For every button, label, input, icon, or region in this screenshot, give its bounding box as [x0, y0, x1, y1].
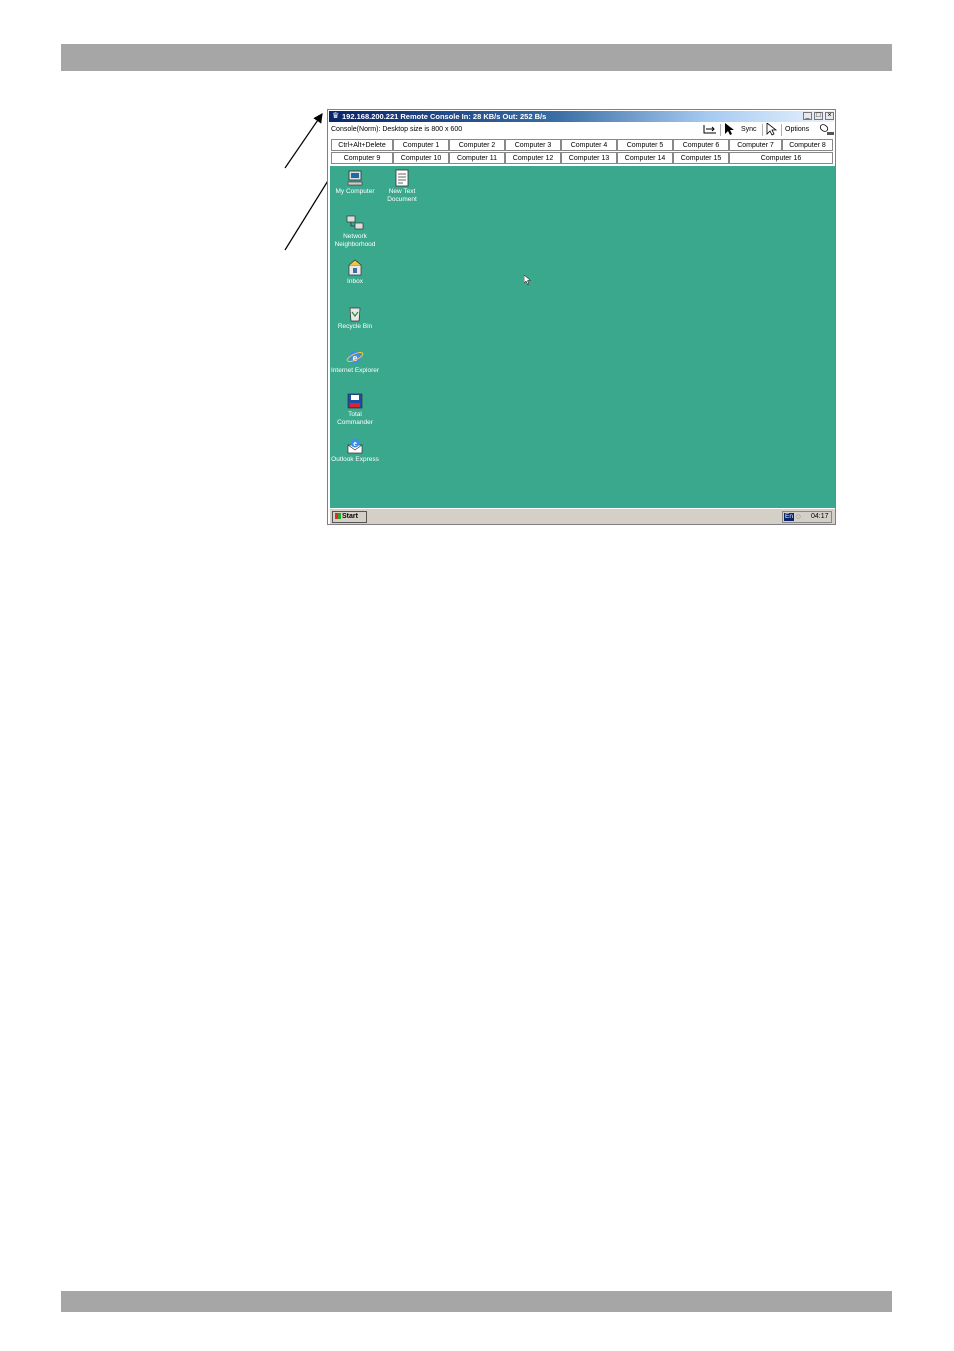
remote-console-window[interactable]: ♛ 192.168.200.221 Remote Console In: 28 … [327, 109, 836, 525]
desktop-icon-outlook-express[interactable]: e Outlook Express [330, 437, 380, 464]
minimize-button[interactable]: _ [803, 112, 812, 120]
system-tray: En ◌ 04:17 [782, 511, 832, 523]
desktop-icon-label: Network Neighborhood [334, 233, 376, 248]
computer-4-button[interactable]: Computer 4 [561, 139, 617, 151]
desktop-icon-label: Inbox [347, 278, 363, 285]
computer-1-button[interactable]: Computer 1 [393, 139, 449, 151]
mouse-pointer-icon [523, 273, 532, 291]
computer-10-button[interactable]: Computer 10 [393, 152, 449, 164]
total-commander-icon [346, 392, 364, 410]
desktop-icon-network-neighborhood[interactable]: Network Neighborhood [330, 214, 380, 248]
toolbar-separator [720, 124, 721, 136]
computer-6-button[interactable]: Computer 6 [673, 139, 729, 151]
computer-7-button[interactable]: Computer 7 [729, 139, 782, 151]
internet-explorer-icon: e [346, 348, 364, 366]
windows-flag-icon [335, 513, 341, 520]
desktop-icon-label: New Text Document [387, 188, 417, 203]
computer-11-button[interactable]: Computer 11 [449, 152, 505, 164]
mouse-icon[interactable] [818, 123, 834, 137]
desktop-icon-recycle-bin[interactable]: Recycle Bin [330, 304, 380, 331]
network-icon [346, 214, 364, 232]
computer-8-button[interactable]: Computer 8 [782, 139, 833, 151]
desktop-icon-internet-explorer[interactable]: e Internet Explorer [330, 348, 380, 375]
scale-icon[interactable] [702, 123, 718, 137]
toolbar-separator [781, 124, 782, 136]
footer-bar [61, 1291, 892, 1312]
maximize-button[interactable]: □ [814, 112, 823, 120]
desktop-icon-label: My Computer [335, 188, 375, 195]
toolbar-separator [762, 124, 763, 136]
window-title: 192.168.200.221 Remote Console In: 28 KB… [342, 112, 547, 121]
cursor-icon[interactable] [724, 123, 736, 137]
remote-desktop[interactable]: My Computer New Text Document Network Ne… [330, 166, 835, 508]
recycle-bin-icon [346, 304, 364, 322]
console-status-text: Console(Norm): Desktop size is 800 x 600 [331, 126, 463, 133]
desktop-icon-new-text-document[interactable]: New Text Document [377, 169, 427, 203]
computer-icon [346, 169, 364, 187]
sync-button[interactable]: Sync [741, 123, 761, 137]
svg-text:e: e [353, 439, 357, 448]
computer-14-button[interactable]: Computer 14 [617, 152, 673, 164]
ctrl-alt-delete-button[interactable]: Ctrl+Alt+Delete [331, 139, 393, 151]
desktop-icon-inbox[interactable]: Inbox [330, 259, 380, 286]
title-bar[interactable]: ♛ 192.168.200.221 Remote Console In: 28 … [329, 111, 834, 122]
language-indicator[interactable]: En [784, 513, 794, 521]
inbox-icon [346, 259, 364, 277]
desktop-icon-total-commander[interactable]: Total Commander [330, 392, 380, 426]
start-button[interactable]: Start [332, 511, 367, 523]
desktop-icon-label: Outlook Express [331, 456, 379, 463]
computer-15-button[interactable]: Computer 15 [673, 152, 729, 164]
taskbar-clock[interactable]: 04:17 [811, 512, 829, 522]
network-tray-icon[interactable]: ◌ [796, 512, 801, 522]
options-button[interactable]: Options [785, 123, 815, 137]
close-button[interactable]: × [825, 112, 834, 120]
computer-5-button[interactable]: Computer 5 [617, 139, 673, 151]
pointer-icon[interactable] [766, 122, 778, 137]
desktop-icon-my-computer[interactable]: My Computer [330, 169, 380, 196]
text-document-icon [393, 169, 411, 187]
start-label: Start [342, 513, 358, 520]
console-app-icon: ♛ [332, 111, 340, 120]
computer-16-button[interactable]: Computer 16 [729, 152, 833, 164]
taskbar: Start En ◌ 04:17 [330, 508, 835, 524]
desktop-icon-label: Recycle Bin [337, 323, 373, 330]
desktop-icon-label: Internet Explorer [330, 367, 380, 374]
computer-12-button[interactable]: Computer 12 [505, 152, 561, 164]
desktop-icon-label: Total Commander [337, 411, 373, 426]
computer-13-button[interactable]: Computer 13 [561, 152, 617, 164]
computer-3-button[interactable]: Computer 3 [505, 139, 561, 151]
computer-2-button[interactable]: Computer 2 [449, 139, 505, 151]
computer-9-button[interactable]: Computer 9 [331, 152, 393, 164]
arrow-to-titlebar [284, 113, 323, 169]
outlook-express-icon: e [346, 437, 364, 455]
